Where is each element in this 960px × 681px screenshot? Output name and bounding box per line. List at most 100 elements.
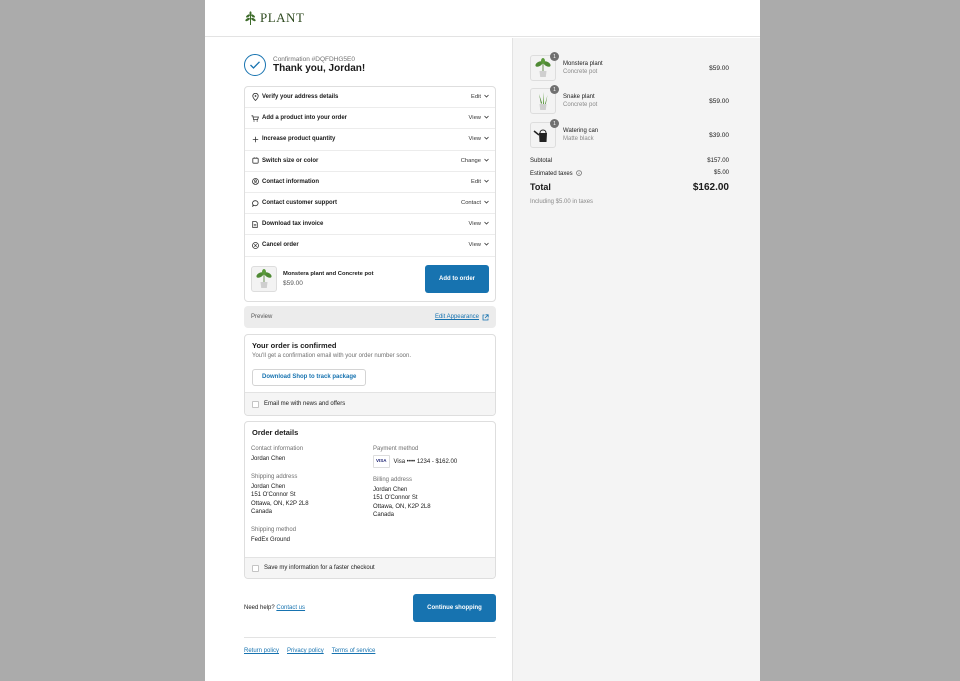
address-line: Ottawa, ON, K2P 2L8 (251, 500, 309, 507)
address-line: 151 O'Connor St (251, 492, 296, 499)
product-thumbnail: 1 (530, 119, 559, 148)
need-help: Need help? Contact us (244, 605, 305, 611)
brand-logo[interactable]: PLANT (244, 10, 304, 26)
action-text: View (468, 242, 481, 249)
leaf-logo-icon (245, 10, 256, 25)
upsell-name: Monstera plant and Concrete pot (283, 270, 374, 277)
order-actions-list: Verify your address details Edit Add a p… (244, 86, 496, 302)
action-change-button[interactable]: Change (461, 158, 489, 164)
action-label: Contact customer support (262, 200, 338, 207)
action-view-button[interactable]: View (469, 221, 489, 227)
item-variant: Matte black (563, 136, 594, 142)
chat-icon (251, 199, 259, 207)
contact-info-label: Contact information (251, 446, 304, 452)
action-row-cancel-order[interactable]: Cancel order View (245, 235, 495, 257)
product-thumbnail (251, 265, 277, 292)
chevron-down-icon (484, 221, 489, 227)
action-row-switch-size[interactable]: Switch size or color Change (245, 151, 495, 172)
action-text: View (468, 221, 481, 228)
order-confirmed-card: Your order is confirmed You'll get a con… (244, 334, 496, 416)
action-view-button[interactable]: View (469, 136, 489, 142)
checkmark-icon (244, 54, 266, 76)
order-details-card: Order details Contact information Jordan… (244, 421, 496, 579)
payment-method-value: VISA Visa •••• 1234 - $162.00 (373, 455, 491, 468)
total-value: $162.00 (692, 182, 729, 193)
document-icon (251, 220, 259, 228)
save-info-checkbox[interactable] (252, 564, 259, 572)
swap-icon (251, 157, 259, 165)
address-line: Jordan Chen (251, 483, 286, 490)
address-line: Canada (251, 509, 273, 516)
subtotal-label: Subtotal (530, 158, 553, 164)
item-price: $39.00 (709, 131, 729, 139)
product-thumbnail: 1 (530, 85, 559, 114)
page-title: Thank you, Jordan! (273, 63, 366, 74)
quantity-badge: 1 (550, 85, 559, 94)
chevron-down-icon (484, 94, 489, 100)
action-edit-button[interactable]: Edit (471, 94, 489, 100)
terms-of-service-link[interactable]: Terms of service (332, 648, 376, 654)
privacy-policy-link[interactable]: Privacy policy (287, 648, 324, 654)
contact-us-link[interactable]: Contact us (276, 605, 305, 611)
action-edit-button[interactable]: Edit (471, 179, 489, 185)
shipping-method-label: Shipping method (251, 526, 297, 533)
download-shop-button[interactable]: Download Shop to track package (252, 368, 367, 386)
total-row: Total $162.00 (530, 182, 729, 193)
user-icon (251, 178, 259, 186)
shipping-address: Jordan Chen 151 O'Connor St Ottawa, ON, … (251, 483, 369, 517)
email-opt-in-row: Email me with news and offers (245, 392, 495, 415)
order-summary-sidebar: 1 Monstera plant Concrete pot $59.00 1 S… (512, 38, 760, 681)
return-policy-link[interactable]: Return policy (244, 648, 279, 654)
preview-bar: Preview Edit Appearance (244, 306, 496, 328)
action-view-button[interactable]: View (469, 115, 489, 121)
action-row-customer-support[interactable]: Contact customer support Contact (245, 193, 495, 215)
action-contact-button[interactable]: Contact (461, 200, 489, 206)
action-row-contact-info[interactable]: Contact information Edit (245, 172, 495, 193)
continue-shopping-button[interactable]: Continue shopping (413, 594, 496, 622)
brand-name: PLANT (260, 10, 305, 25)
action-label: Download tax invoice (262, 221, 324, 228)
contact-info-value: Jordan Chen (251, 456, 286, 462)
chevron-down-icon (484, 242, 489, 248)
edit-appearance-text: Edit Appearance (434, 314, 479, 320)
taxes-row: Estimated taxes $5.00 (530, 170, 729, 178)
info-icon[interactable] (575, 170, 582, 178)
action-text: Contact (461, 200, 481, 207)
payment-text: Visa •••• 1234 - $162.00 (393, 458, 458, 465)
plus-icon (251, 135, 259, 143)
header: PLANT (205, 0, 760, 37)
visa-card-icon: VISA (373, 455, 390, 468)
address-line: Jordan Chen (373, 486, 408, 493)
address-line: Ottawa, ON, K2P 2L8 (373, 503, 431, 510)
tax-note: Including $5.00 in taxes (530, 199, 729, 205)
action-view-button[interactable]: View (469, 242, 489, 248)
payment-method-label: Payment method (373, 446, 419, 452)
cart-item: 1 Monstera plant Concrete pot $59.00 (530, 52, 729, 81)
action-text: View (468, 115, 481, 122)
tax-note-text: Including $5.00 in taxes (530, 199, 594, 205)
quantity-badge: 1 (550, 119, 559, 128)
action-label: Switch size or color (262, 157, 319, 164)
action-row-add-product[interactable]: Add a product into your order View (245, 108, 495, 130)
add-to-order-button[interactable]: Add to order (425, 264, 489, 293)
cancel-icon (251, 241, 259, 249)
item-price: $59.00 (709, 97, 729, 105)
action-label: Verify your address details (262, 94, 339, 101)
billing-address-label: Billing address (373, 476, 413, 483)
action-label: Cancel order (262, 242, 299, 249)
email-opt-in-checkbox[interactable] (252, 400, 259, 408)
upsell-price: $59.00 (283, 279, 303, 287)
action-row-tax-invoice[interactable]: Download tax invoice View (245, 214, 495, 236)
order-confirmed-subtitle: You'll get a confirmation email with you… (252, 353, 412, 359)
action-row-increase-quantity[interactable]: Increase product quantity View (245, 129, 495, 151)
action-label: Contact information (262, 178, 319, 185)
product-thumbnail: 1 (530, 52, 559, 81)
action-row-verify-address[interactable]: Verify your address details Edit (245, 87, 495, 109)
address-line: Canada (373, 512, 395, 519)
confirmation-header: Confirmation #DQFDHG5E0 Thank you, Jorda… (244, 54, 365, 76)
action-text: Change (460, 157, 481, 164)
edit-appearance-link[interactable]: Edit Appearance (435, 308, 489, 326)
chevron-down-icon (484, 136, 489, 142)
save-info-row: Save my information for a faster checkou… (245, 557, 495, 578)
chevron-down-icon (484, 158, 489, 164)
